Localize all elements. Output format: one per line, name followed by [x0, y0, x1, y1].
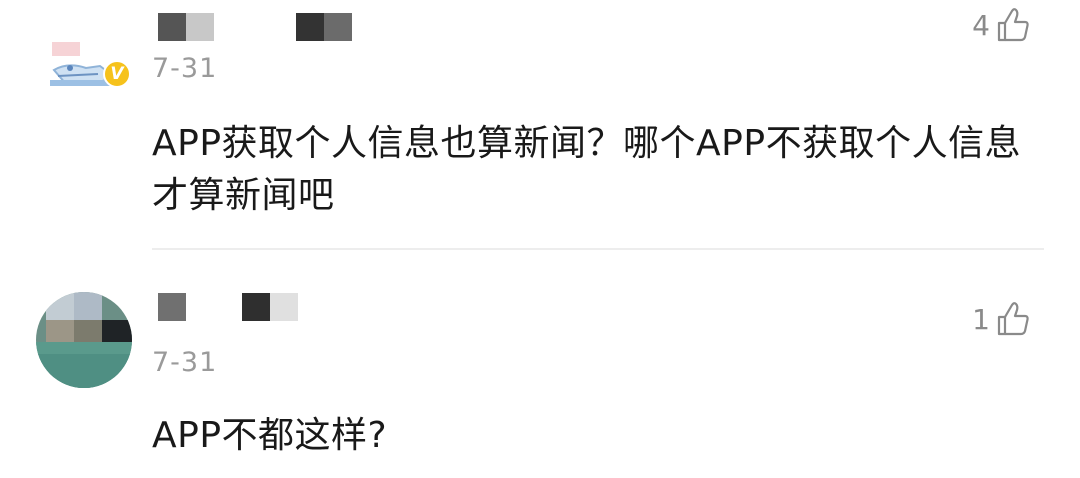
avatar[interactable] [36, 292, 132, 388]
comment-text: APP不都这样? [152, 415, 388, 456]
comment-item: V 7-31 4 APP获取个人信息也算新闻？哪个APP不获取个人信息才算新闻吧 [0, 0, 1080, 250]
comment-item: 7-31 1 APP不都这样? [0, 250, 1080, 478]
comment-time: 7-31 [152, 53, 218, 84]
verified-v-icon: V [103, 60, 131, 88]
like-count: 1 [972, 302, 990, 336]
username-redacted[interactable] [158, 293, 308, 321]
thumbs-up-icon [997, 8, 1029, 42]
like-button[interactable]: 4 [972, 5, 1030, 45]
like-count: 4 [972, 8, 990, 42]
thumbs-up-icon [997, 302, 1029, 336]
comment-time: 7-31 [152, 347, 218, 378]
username-redacted[interactable] [158, 13, 358, 41]
comment-text: APP获取个人信息也算新闻？哪个APP不获取个人信息才算新闻吧 [152, 123, 1022, 216]
like-button[interactable]: 1 [972, 299, 1030, 339]
